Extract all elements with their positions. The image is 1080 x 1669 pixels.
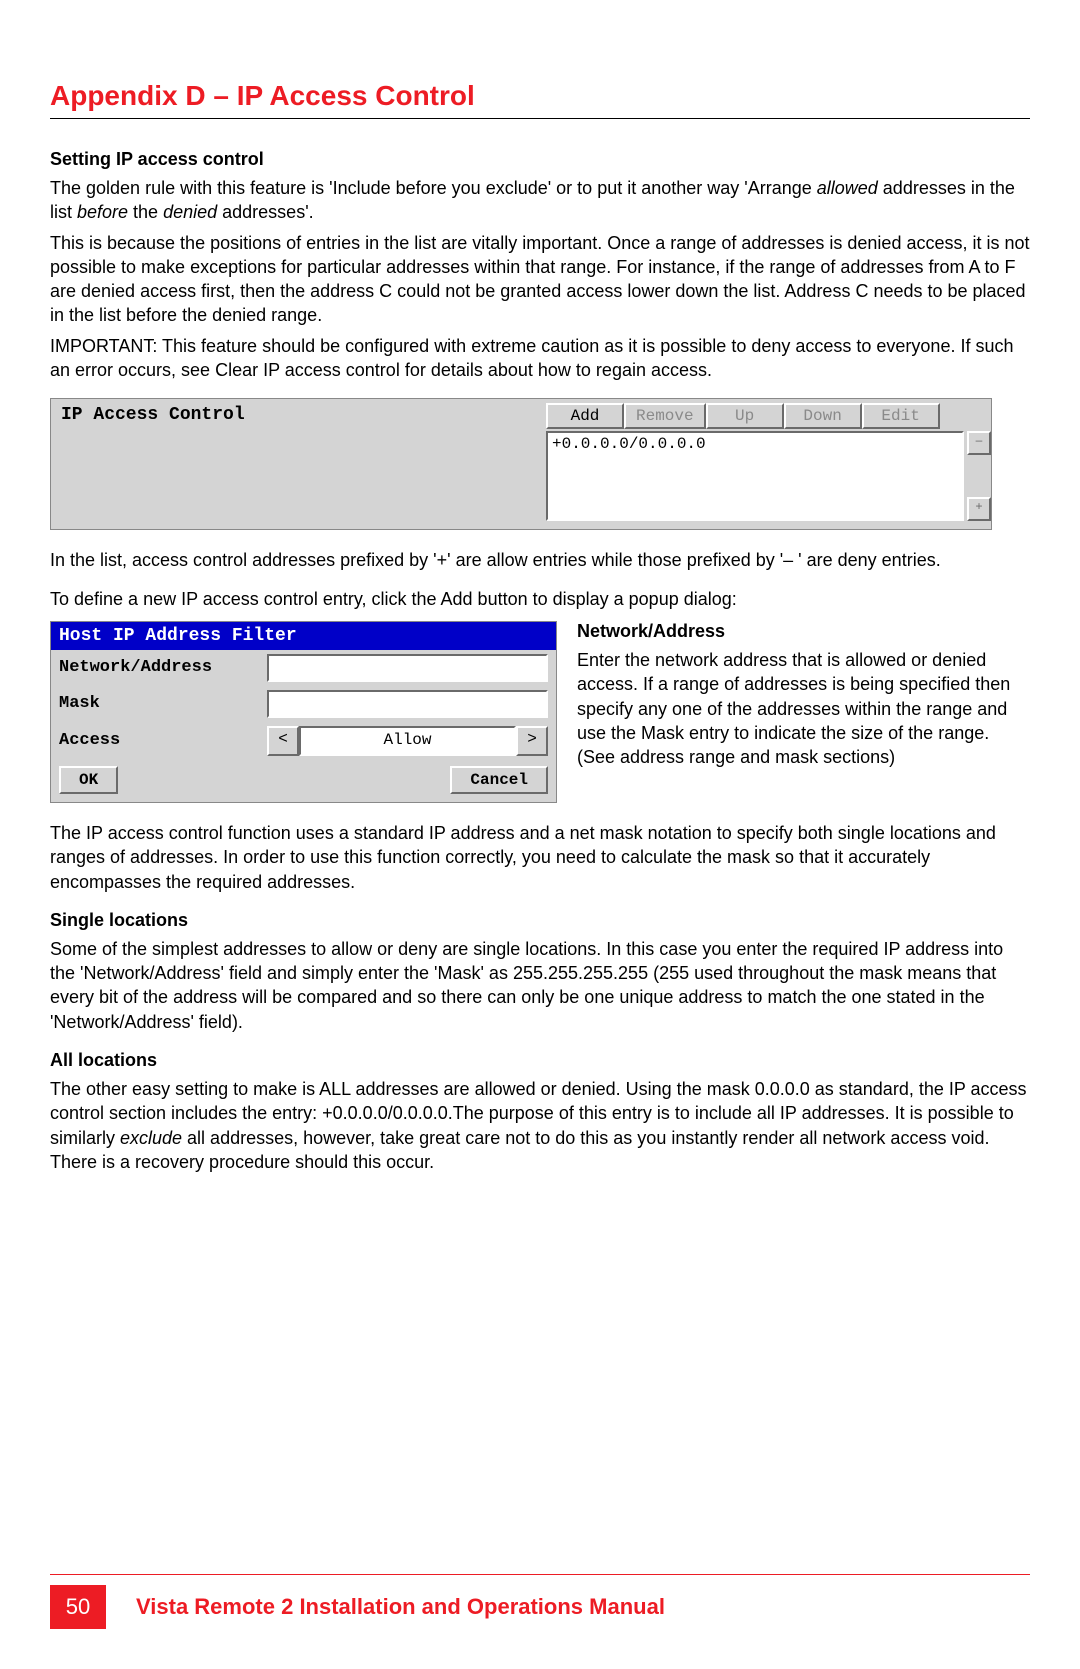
cancel-button[interactable]: Cancel — [450, 766, 548, 794]
host-ip-filter-dialog: Host IP Address Filter Network/Address M… — [50, 621, 557, 803]
network-address-input[interactable] — [267, 654, 548, 682]
down-button[interactable]: Down — [784, 403, 862, 429]
paragraph: To define a new IP access control entry,… — [50, 587, 1030, 611]
access-value: Allow — [299, 726, 516, 756]
mask-input[interactable] — [267, 690, 548, 718]
text-italic: denied — [163, 202, 217, 222]
paragraph: IMPORTANT: This feature should be config… — [50, 334, 1030, 383]
mask-label: Mask — [59, 694, 259, 713]
access-label: Access — [59, 731, 259, 750]
heading-all-locations: All locations — [50, 1050, 1030, 1071]
access-prev-button[interactable]: < — [267, 726, 299, 756]
access-next-button[interactable]: > — [516, 726, 548, 756]
edit-button[interactable]: Edit — [862, 403, 940, 429]
text-italic: allowed — [817, 178, 878, 198]
paragraph: In the list, access control addresses pr… — [50, 548, 1030, 572]
text: all addresses, however, take great care … — [50, 1128, 989, 1172]
heading-network-address: Network/Address — [577, 621, 1030, 642]
paragraph: Enter the network address that is allowe… — [577, 648, 1030, 769]
scroll-up-icon[interactable]: – — [967, 431, 991, 455]
up-button[interactable]: Up — [706, 403, 784, 429]
paragraph: The other easy setting to make is ALL ad… — [50, 1077, 1030, 1174]
heading-single-locations: Single locations — [50, 910, 1030, 931]
page-number: 50 — [50, 1585, 106, 1629]
paragraph: The golden rule with this feature is 'In… — [50, 176, 1030, 225]
scroll-down-icon[interactable]: + — [967, 497, 991, 521]
access-list[interactable]: +0.0.0.0/0.0.0.0 — [546, 431, 964, 521]
footer-title: Vista Remote 2 Installation and Operatio… — [136, 1594, 665, 1620]
list-item[interactable]: +0.0.0.0/0.0.0.0 — [552, 435, 958, 453]
ip-access-control-panel: IP Access Control Add Remove Up Down Edi… — [50, 398, 992, 530]
paragraph: This is because the positions of entries… — [50, 231, 1030, 328]
text-italic: exclude — [120, 1128, 182, 1148]
text: The golden rule with this feature is 'In… — [50, 178, 817, 198]
ok-button[interactable]: OK — [59, 766, 118, 794]
dialog-title: Host IP Address Filter — [51, 622, 556, 650]
add-button[interactable]: Add — [546, 403, 624, 429]
text: the — [128, 202, 163, 222]
network-address-label: Network/Address — [59, 658, 259, 677]
paragraph: The IP access control function uses a st… — [50, 821, 1030, 894]
panel-label: IP Access Control — [61, 405, 245, 425]
page-footer: 50 Vista Remote 2 Installation and Opera… — [50, 1574, 1030, 1629]
text: addresses'. — [217, 202, 314, 222]
remove-button[interactable]: Remove — [624, 403, 706, 429]
paragraph: Some of the simplest addresses to allow … — [50, 937, 1030, 1034]
scrollbar[interactable]: – + — [967, 431, 987, 521]
text-italic: before — [77, 202, 128, 222]
appendix-title: Appendix D – IP Access Control — [50, 80, 1030, 119]
heading-setting-ip: Setting IP access control — [50, 149, 1030, 170]
